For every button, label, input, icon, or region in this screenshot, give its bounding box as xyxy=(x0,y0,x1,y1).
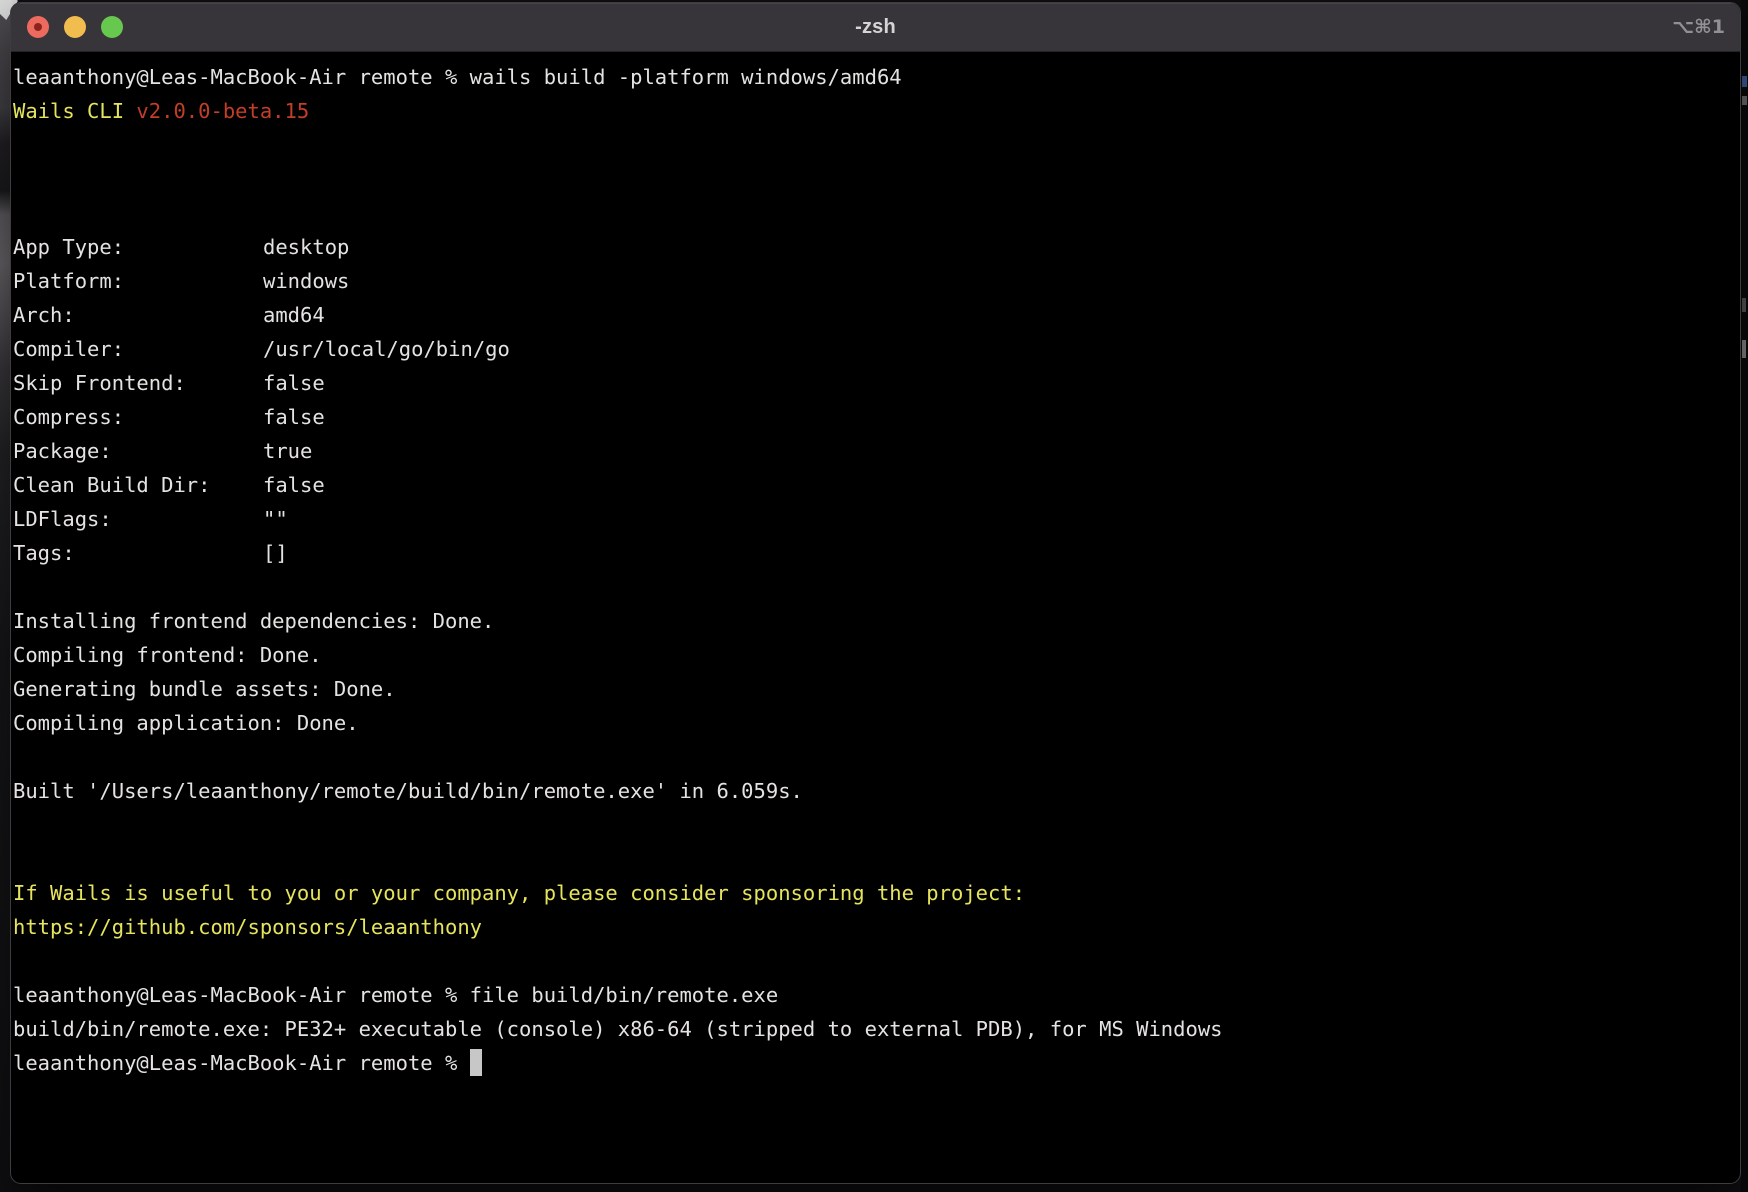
terminal-line xyxy=(13,808,1736,842)
info-value: windows xyxy=(263,269,349,293)
tab-shortcut-badge: ⌥⌘1 xyxy=(1672,3,1725,51)
info-label: Tags: xyxy=(13,536,263,570)
info-label: Compiler: xyxy=(13,332,263,366)
terminal-text: v2.0.0-beta.15 xyxy=(136,99,309,123)
minimize-button[interactable] xyxy=(64,16,86,38)
terminal-line: leaanthony@Leas-MacBook-Air remote % wai… xyxy=(13,60,1736,94)
terminal-text: build/bin/remote.exe: PE32+ executable (… xyxy=(13,1017,1223,1041)
terminal-line xyxy=(13,196,1736,230)
terminal-line: Built '/Users/leaanthony/remote/build/bi… xyxy=(13,774,1736,808)
terminal-cursor xyxy=(470,1049,482,1076)
terminal-line: Platform:windows xyxy=(13,264,1736,298)
modified-indicator-dot xyxy=(34,23,42,31)
terminal-text: Installing frontend dependencies: Done. xyxy=(13,609,494,633)
zoom-button[interactable] xyxy=(101,16,123,38)
terminal-line xyxy=(13,162,1736,196)
terminal-line: Compiling frontend: Done. xyxy=(13,638,1736,672)
terminal-line: Compress:false xyxy=(13,400,1736,434)
terminal-line xyxy=(13,944,1736,978)
background-fragment xyxy=(1742,76,1747,87)
info-value: false xyxy=(263,473,325,497)
terminal-text: Compiling application: Done. xyxy=(13,711,359,735)
terminal-line: leaanthony@Leas-MacBook-Air remote % xyxy=(13,1046,1736,1080)
info-label: Skip Frontend: xyxy=(13,366,263,400)
terminal-line: Installing frontend dependencies: Done. xyxy=(13,604,1736,638)
terminal-text: If Wails is useful to you or your compan… xyxy=(13,881,1025,905)
terminal-line: https://github.com/sponsors/leaanthony xyxy=(13,910,1736,944)
info-label: Package: xyxy=(13,434,263,468)
terminal-text: leaanthony@Leas-MacBook-Air remote % fil… xyxy=(13,983,778,1007)
terminal-text: Generating bundle assets: Done. xyxy=(13,677,396,701)
window-title: -zsh xyxy=(11,3,1740,51)
terminal-text: Wails CLI xyxy=(13,99,136,123)
background-fragment xyxy=(1742,96,1747,105)
terminal-line xyxy=(13,740,1736,774)
terminal-line: Wails CLI v2.0.0-beta.15 xyxy=(13,94,1736,128)
terminal-line: Compiler:/usr/local/go/bin/go xyxy=(13,332,1736,366)
terminal-line xyxy=(13,570,1736,604)
terminal-line: Generating bundle assets: Done. xyxy=(13,672,1736,706)
terminal-line: Clean Build Dir:false xyxy=(13,468,1736,502)
terminal-line: If Wails is useful to you or your compan… xyxy=(13,876,1736,910)
terminal-line: Package:true xyxy=(13,434,1736,468)
info-label: Clean Build Dir: xyxy=(13,468,263,502)
window-titlebar[interactable]: -zsh ⌥⌘1 xyxy=(11,3,1740,52)
terminal-line xyxy=(13,128,1736,162)
terminal-line: leaanthony@Leas-MacBook-Air remote % fil… xyxy=(13,978,1736,1012)
terminal-text: Built '/Users/leaanthony/remote/build/bi… xyxy=(13,779,803,803)
background-window-edge-right xyxy=(1741,0,1748,1192)
terminal-line: build/bin/remote.exe: PE32+ executable (… xyxy=(13,1012,1736,1046)
terminal-line: Tags:[] xyxy=(13,536,1736,570)
terminal-window: -zsh ⌥⌘1 leaanthony@Leas-MacBook-Air rem… xyxy=(10,2,1741,1184)
terminal-line: App Type:desktop xyxy=(13,230,1736,264)
info-value: [] xyxy=(263,541,288,565)
terminal-line: Arch:amd64 xyxy=(13,298,1736,332)
info-value: /usr/local/go/bin/go xyxy=(263,337,510,361)
terminal-text: leaanthony@Leas-MacBook-Air remote % xyxy=(13,1051,470,1075)
info-label: Arch: xyxy=(13,298,263,332)
info-label: Platform: xyxy=(13,264,263,298)
terminal-screen[interactable]: leaanthony@Leas-MacBook-Air remote % wai… xyxy=(11,52,1740,1080)
info-label: LDFlags: xyxy=(13,502,263,536)
background-fragment xyxy=(1742,340,1746,358)
info-value: true xyxy=(263,439,312,463)
info-label: Compress: xyxy=(13,400,263,434)
terminal-text: https://github.com/sponsors/leaanthony xyxy=(13,915,482,939)
terminal-line: LDFlags:"" xyxy=(13,502,1736,536)
terminal-line xyxy=(13,842,1736,876)
info-value: "" xyxy=(263,507,288,531)
info-value: desktop xyxy=(263,235,349,259)
terminal-line: Compiling application: Done. xyxy=(13,706,1736,740)
info-value: amd64 xyxy=(263,303,325,327)
info-label: App Type: xyxy=(13,230,263,264)
terminal-line: Skip Frontend:false xyxy=(13,366,1736,400)
info-value: false xyxy=(263,371,325,395)
background-fragment xyxy=(1742,298,1746,312)
terminal-text: leaanthony@Leas-MacBook-Air remote % wai… xyxy=(13,65,902,89)
window-controls xyxy=(27,3,123,51)
close-button[interactable] xyxy=(27,16,49,38)
terminal-text: Compiling frontend: Done. xyxy=(13,643,322,667)
info-value: false xyxy=(263,405,325,429)
